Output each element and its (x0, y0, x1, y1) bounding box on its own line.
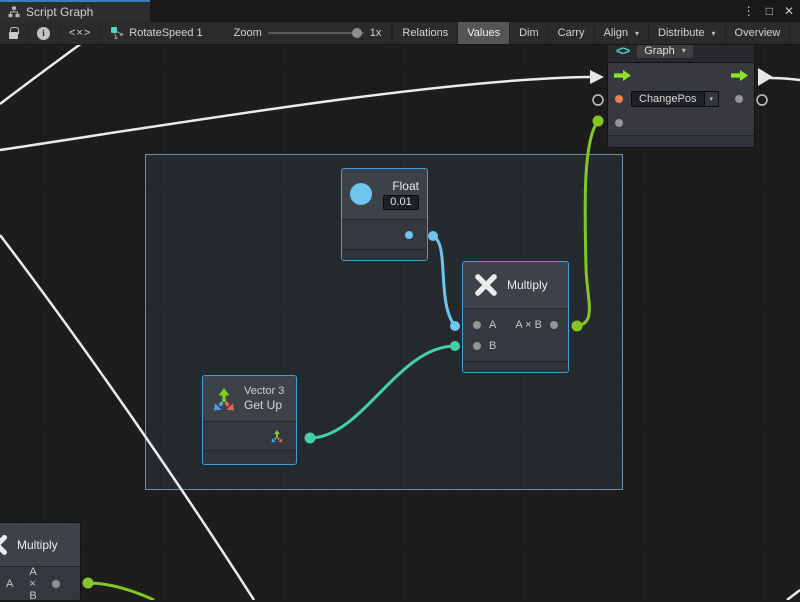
vector3-node-header: Vector 3 Get Up (203, 376, 296, 422)
changepos-flow-row (608, 63, 754, 87)
float-node[interactable]: Float (342, 169, 427, 260)
vector3-port-icon[interactable] (270, 429, 284, 443)
vector3-output-row (203, 422, 296, 450)
vector3-getup-node[interactable]: Vector 3 Get Up (203, 376, 296, 464)
chevron-down-icon: ▾ (682, 46, 686, 55)
changepos-select-value: ChangePos (632, 92, 704, 106)
vector3-arrows-icon (211, 386, 237, 412)
code-brackets-icon: <> (616, 43, 629, 58)
multiply2-node[interactable]: Multiply A A × B (0, 523, 80, 600)
multiply-result-label: A × B (515, 319, 542, 331)
multiply2-row-a: A A × B (0, 573, 80, 594)
changepos-select[interactable]: ChangePos ▾ (631, 91, 719, 107)
changepos-input-port[interactable] (615, 95, 623, 103)
multiply-result-port[interactable] (550, 321, 558, 329)
multiply-node-body: A A × B B (463, 309, 568, 361)
relations-button[interactable]: Relations (393, 22, 458, 44)
multiply-node-title: Multiply (507, 278, 548, 292)
float-output-row (342, 220, 427, 249)
lock-icon (9, 32, 18, 39)
full-screen-button[interactable]: Full Screen (790, 22, 800, 44)
flow-in-arrow-icon[interactable] (614, 70, 631, 81)
chevron-down-icon: ▾ (704, 92, 719, 106)
zoom-label: Zoom (234, 27, 262, 39)
align-label: Align (604, 27, 628, 39)
graph-dropdown-label: Graph (644, 45, 675, 57)
changepos-node-footer (608, 135, 754, 147)
zoom-control: Zoom 1x (224, 22, 393, 44)
window-controls: ⋮ □ ✕ (743, 0, 794, 22)
changepos-second-port[interactable] (615, 119, 623, 127)
multiply2-node-body: A A × B (0, 567, 80, 600)
info-icon: i (37, 27, 50, 40)
graph-toolbar: i <×> RotateSpeed 1 Zoom 1x Relations Va… (0, 22, 800, 45)
multiply-a-label: A (489, 319, 496, 331)
tab-script-graph[interactable]: Script Graph (0, 0, 150, 22)
changepos-value-row: ChangePos ▾ (608, 87, 754, 111)
float-node-header: Float (342, 169, 427, 220)
zoom-value: 1x (370, 27, 382, 39)
float-value-input[interactable] (383, 195, 419, 210)
vector3-node-footer (203, 450, 296, 464)
multiply-a-port[interactable] (473, 321, 481, 329)
tab-title: Script Graph (26, 5, 93, 19)
graph-reference-button[interactable]: RotateSpeed 1 (101, 22, 211, 44)
carry-button[interactable]: Carry (549, 22, 595, 44)
overview-button[interactable]: Overview (726, 22, 791, 44)
info-button[interactable]: i (28, 22, 60, 44)
graph-hierarchy-icon (8, 6, 20, 18)
values-button[interactable]: Values (458, 22, 510, 44)
multiply-row-b: B (463, 335, 568, 356)
distribute-label: Distribute (658, 27, 704, 39)
multiply-node-header: Multiply (463, 262, 568, 309)
code-view-button[interactable]: <×> (60, 22, 101, 44)
multiply-node-footer (463, 361, 568, 372)
window-tab-bar: Script Graph ⋮ □ ✕ (0, 0, 800, 22)
multiply2-a-label: A (6, 578, 13, 590)
multiply2-result-label: A × B (29, 566, 44, 602)
zoom-slider[interactable] (268, 32, 364, 34)
multiply-x-icon (473, 272, 499, 298)
float-icon (350, 183, 372, 205)
multiply-row-a: A A × B (463, 314, 568, 335)
align-button[interactable]: Align ▾ (595, 22, 649, 44)
multiply-node[interactable]: Multiply A A × B B (463, 262, 568, 372)
graph-reference-label: RotateSpeed 1 (129, 27, 202, 39)
multiply-x-icon (0, 533, 9, 557)
getup-node-subtitle: Get Up (244, 398, 282, 412)
chevron-down-icon: ▾ (635, 29, 639, 38)
multiply-b-port[interactable] (473, 342, 481, 350)
chevron-down-icon: ▾ (712, 29, 716, 38)
vector3-node-title: Vector 3 (244, 385, 284, 397)
code-view-icon: <×> (69, 27, 91, 39)
window-close-icon[interactable]: ✕ (784, 5, 794, 17)
float-node-footer (342, 249, 427, 260)
lock-button[interactable] (0, 22, 28, 44)
window-menu-icon[interactable]: ⋮ (743, 5, 755, 17)
changepos-extra-row (608, 111, 754, 135)
multiply2-node-header: Multiply (0, 523, 80, 567)
float-node-title: Float (392, 179, 419, 193)
window-maximize-icon[interactable]: □ (766, 5, 773, 17)
multiply2-node-title: Multiply (17, 538, 58, 552)
multiply2-result-port[interactable] (52, 580, 60, 588)
changepos-node[interactable]: ChangePos ▾ (608, 63, 754, 147)
distribute-button[interactable]: Distribute ▾ (649, 22, 725, 44)
dim-button[interactable]: Dim (510, 22, 549, 44)
flow-out-arrow-icon[interactable] (731, 70, 748, 81)
float-output-port[interactable] (405, 231, 413, 239)
changepos-output-port[interactable] (735, 95, 743, 103)
graph-node-icon (110, 26, 124, 40)
multiply-b-label: B (489, 340, 496, 352)
zoom-slider-handle[interactable] (352, 28, 362, 38)
